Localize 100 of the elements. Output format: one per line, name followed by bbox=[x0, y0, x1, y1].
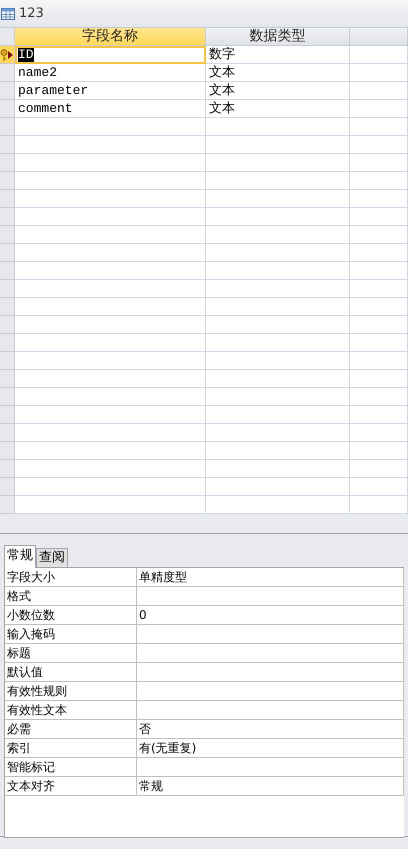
property-value[interactable]: 单精度型 bbox=[137, 568, 404, 587]
table-cell[interactable] bbox=[350, 136, 408, 154]
table-cell[interactable] bbox=[350, 370, 408, 388]
table-cell[interactable] bbox=[15, 172, 206, 190]
table-cell[interactable] bbox=[15, 280, 206, 298]
table-cell[interactable] bbox=[206, 388, 350, 406]
table-cell[interactable] bbox=[350, 100, 408, 118]
table-cell[interactable] bbox=[350, 280, 408, 298]
table-cell[interactable] bbox=[206, 424, 350, 442]
table-cell[interactable] bbox=[15, 352, 206, 370]
table-cell[interactable] bbox=[206, 298, 350, 316]
table-cell[interactable] bbox=[350, 46, 408, 64]
table-cell[interactable] bbox=[15, 118, 206, 136]
table-cell[interactable] bbox=[15, 316, 206, 334]
property-value[interactable]: 0 bbox=[137, 606, 404, 625]
table-cell[interactable] bbox=[15, 478, 206, 496]
table-cell[interactable] bbox=[15, 244, 206, 262]
table-cell[interactable] bbox=[206, 118, 350, 136]
field-name-cell[interactable]: parameter bbox=[15, 82, 206, 100]
table-cell[interactable] bbox=[206, 280, 350, 298]
property-value[interactable]: 常规 bbox=[137, 777, 404, 796]
table-cell[interactable] bbox=[206, 334, 350, 352]
table-cell[interactable] bbox=[350, 406, 408, 424]
table-cell[interactable] bbox=[350, 82, 408, 100]
table-cell[interactable] bbox=[350, 316, 408, 334]
tab[interactable]: 常规 bbox=[4, 545, 36, 568]
table-cell[interactable] bbox=[15, 208, 206, 226]
property-value[interactable]: 有(无重复) bbox=[137, 739, 404, 758]
table-cell[interactable] bbox=[350, 244, 408, 262]
table-cell[interactable] bbox=[350, 496, 408, 514]
table-cell[interactable] bbox=[350, 442, 408, 460]
table-cell[interactable] bbox=[15, 226, 206, 244]
table-cell[interactable] bbox=[350, 460, 408, 478]
table-cell[interactable] bbox=[350, 208, 408, 226]
table-cell[interactable] bbox=[350, 172, 408, 190]
property-value[interactable] bbox=[137, 758, 404, 777]
table-cell[interactable] bbox=[206, 496, 350, 514]
property-value[interactable]: 否 bbox=[137, 720, 404, 739]
table-cell[interactable] bbox=[206, 370, 350, 388]
table-cell[interactable] bbox=[206, 352, 350, 370]
table-cell[interactable] bbox=[350, 388, 408, 406]
column-header[interactable]: 数据类型 bbox=[206, 28, 350, 46]
table-cell[interactable] bbox=[350, 334, 408, 352]
table-cell[interactable] bbox=[15, 406, 206, 424]
column-header[interactable]: 字段名称 bbox=[15, 28, 206, 46]
table-cell[interactable] bbox=[350, 262, 408, 280]
table-cell[interactable] bbox=[15, 460, 206, 478]
data-type-cell[interactable]: 文本 bbox=[206, 82, 350, 100]
property-label: 默认值 bbox=[5, 663, 137, 682]
table-cell[interactable] bbox=[206, 208, 350, 226]
row-selector[interactable] bbox=[0, 46, 15, 64]
table-cell[interactable] bbox=[350, 478, 408, 496]
table-cell[interactable] bbox=[15, 388, 206, 406]
table-cell[interactable] bbox=[15, 190, 206, 208]
field-name-cell[interactable]: comment bbox=[15, 100, 206, 118]
table-cell[interactable] bbox=[206, 478, 350, 496]
table-icon bbox=[1, 8, 15, 20]
table-cell[interactable] bbox=[206, 316, 350, 334]
table-cell[interactable] bbox=[206, 190, 350, 208]
table-cell[interactable] bbox=[350, 64, 408, 82]
property-value[interactable] bbox=[137, 701, 404, 720]
table-cell[interactable] bbox=[15, 136, 206, 154]
table-cell[interactable] bbox=[15, 298, 206, 316]
property-value[interactable] bbox=[137, 663, 404, 682]
table-cell[interactable] bbox=[350, 118, 408, 136]
field-name-cell[interactable]: ID bbox=[15, 46, 206, 64]
table-cell[interactable] bbox=[206, 406, 350, 424]
property-value[interactable] bbox=[137, 682, 404, 701]
table-cell[interactable] bbox=[15, 334, 206, 352]
table-cell[interactable] bbox=[15, 496, 206, 514]
field-name-cell[interactable]: name2 bbox=[15, 64, 206, 82]
property-value[interactable] bbox=[137, 587, 404, 606]
table-cell[interactable] bbox=[15, 370, 206, 388]
table-cell[interactable] bbox=[206, 442, 350, 460]
table-cell[interactable] bbox=[206, 460, 350, 478]
table-cell[interactable] bbox=[206, 172, 350, 190]
table-cell[interactable] bbox=[15, 442, 206, 460]
column-header[interactable] bbox=[350, 28, 408, 46]
table-cell[interactable] bbox=[15, 154, 206, 172]
property-value[interactable] bbox=[137, 644, 404, 663]
table-cell[interactable] bbox=[15, 262, 206, 280]
table-cell[interactable] bbox=[206, 226, 350, 244]
data-type-cell[interactable]: 文本 bbox=[206, 64, 350, 82]
table-cell[interactable] bbox=[206, 244, 350, 262]
table-cell[interactable] bbox=[206, 136, 350, 154]
data-type-cell[interactable]: 文本 bbox=[206, 100, 350, 118]
table-cell[interactable] bbox=[350, 154, 408, 172]
data-type-cell[interactable]: 数字 bbox=[206, 46, 350, 64]
table-cell[interactable] bbox=[15, 424, 206, 442]
property-value[interactable] bbox=[137, 625, 404, 644]
table-cell[interactable] bbox=[206, 262, 350, 280]
table-cell[interactable] bbox=[350, 352, 408, 370]
table-cell[interactable] bbox=[350, 298, 408, 316]
table-cell[interactable] bbox=[350, 424, 408, 442]
tab[interactable]: 查阅 bbox=[36, 548, 68, 567]
table-cell[interactable] bbox=[206, 154, 350, 172]
property-label: 智能标记 bbox=[5, 758, 137, 777]
property-label: 格式 bbox=[5, 587, 137, 606]
table-cell[interactable] bbox=[350, 190, 408, 208]
table-cell[interactable] bbox=[350, 226, 408, 244]
